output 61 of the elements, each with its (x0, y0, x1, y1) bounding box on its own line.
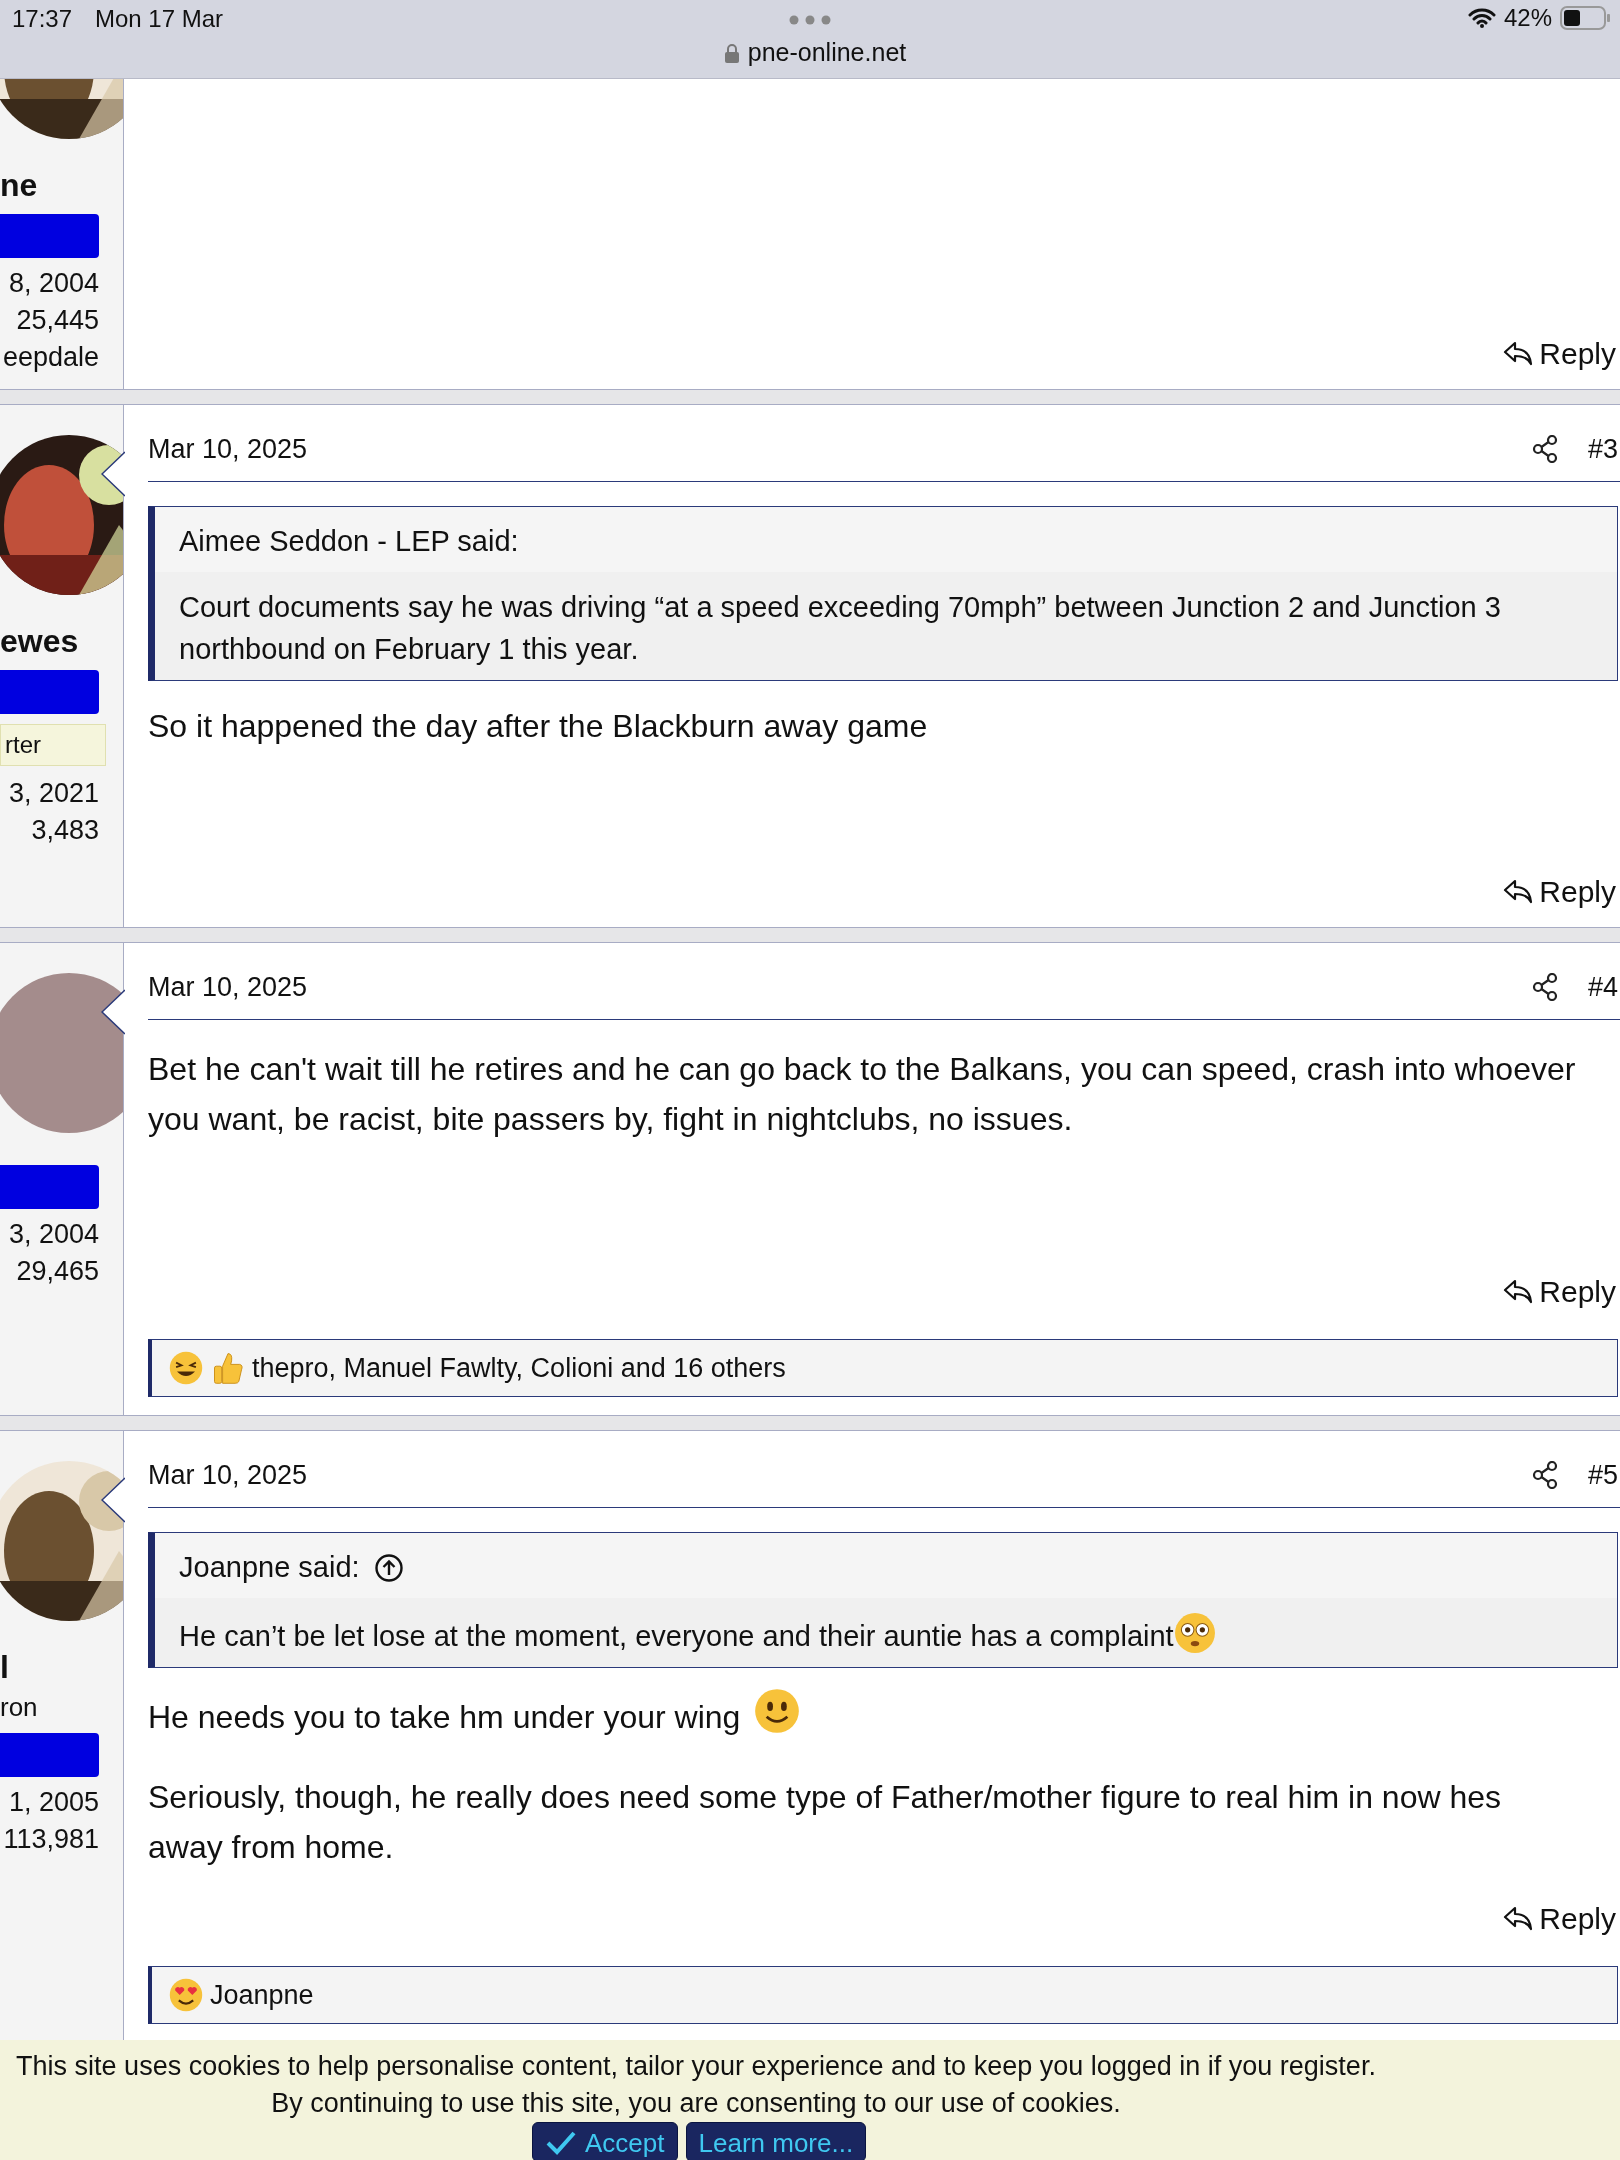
learn-more-button[interactable]: Learn more... (685, 2122, 867, 2160)
quote-text: He can’t be let lose at the moment, everyone and their auntie has a complaint (179, 1620, 1174, 1652)
reply-icon (1503, 341, 1534, 367)
cookie-notice-text: This site uses cookies to help personalise content, tailor your experience and to keep you logged in if you register. (16, 2050, 1376, 2083)
reply-icon (1503, 879, 1534, 905)
reply-icon (1503, 1279, 1534, 1305)
reply-button[interactable]: Reply (1499, 1275, 1620, 1309)
quote-author[interactable]: Aimee Seddon - LEP said: (179, 525, 519, 558)
user-badge: rter (0, 724, 106, 766)
joined-date: 3, 2021 (8, 778, 99, 809)
reply-icon (1503, 1906, 1534, 1932)
post-text: So it happened the day after the Blackburn away game (148, 708, 928, 744)
reply-button[interactable]: Reply (1499, 337, 1620, 371)
url-text[interactable]: pne-online.net (747, 38, 907, 67)
heart-eyes-emoji-icon (168, 1977, 204, 2013)
post-number[interactable]: #4 (1587, 971, 1618, 1003)
post-date[interactable]: Mar 10, 2025 (148, 1459, 308, 1491)
status-date: Mon 17 Mar (95, 5, 224, 33)
post-text: Seriously, though, he really does need some type of Father/mother figure to real him in now hes away from home. (148, 1779, 1502, 1865)
avatar[interactable] (0, 973, 123, 1133)
post-date[interactable]: Mar 10, 2025 (148, 433, 308, 465)
battery-percent: 42% (1503, 4, 1552, 32)
post-text: He needs you to take hm under your wing (148, 1699, 741, 1735)
message-count: 3,483 (31, 815, 99, 846)
username[interactable]: ne (0, 167, 38, 204)
share-icon[interactable] (1531, 973, 1558, 1001)
accept-button[interactable]: Accept (532, 2122, 678, 2160)
user-location: eepdale (2, 342, 99, 373)
reply-button[interactable]: Reply (1499, 875, 1620, 909)
cookie-notice-text: By continuing to use this site, you are consenting to our use of cookies. (271, 2087, 1121, 2120)
username[interactable]: l (0, 1649, 9, 1686)
message-count: 25,445 (16, 305, 99, 336)
reactions-bar[interactable]: thepro, Manuel Fawlty, Colioni and 16 others (148, 1339, 1618, 1397)
reactions-bar[interactable]: Joanpne (148, 1966, 1618, 2024)
share-icon[interactable] (1531, 1461, 1558, 1489)
joined-date: 8, 2004 (8, 268, 99, 299)
quote-text: Court documents say he was driving “at a speed exceeding 70mph” between Junction 2 and Junction 3 northbound on February 1 this year. (179, 591, 1501, 665)
post-number[interactable]: #3 (1587, 433, 1618, 465)
lock-icon (723, 42, 740, 63)
message-count: 29,465 (16, 1256, 99, 1287)
user-title: ron (0, 1692, 38, 1723)
wifi-icon (1467, 8, 1496, 28)
joined-date: 3, 2004 (8, 1219, 99, 1250)
laughing-emoji-icon (168, 1350, 204, 1386)
post-date[interactable]: Mar 10, 2025 (148, 971, 308, 1003)
joined-date: 1, 2005 (8, 1787, 99, 1818)
quote-author[interactable]: Joanpne said: (179, 1551, 360, 1584)
flushed-emoji-icon (1173, 1612, 1216, 1654)
battery-icon (1560, 6, 1612, 30)
reaction-names[interactable]: thepro, Manuel Fawlty, Colioni and 16 others (252, 1352, 786, 1384)
post-number[interactable]: #5 (1587, 1459, 1618, 1491)
reply-button[interactable]: Reply (1499, 1902, 1620, 1936)
check-icon (545, 2130, 577, 2156)
share-icon[interactable] (1531, 435, 1558, 463)
smiley-emoji-icon (754, 1688, 801, 1734)
username[interactable]: ewes (0, 623, 79, 660)
clock-time: 17:37 (12, 5, 73, 33)
more-dots-icon[interactable] (789, 15, 831, 25)
post-text: Bet he can't wait till he retires and he can go back to the Balkans, you can speed, crash into whoever you want, be racist, bite passers by, fight in nightclubs, no issues. (148, 1051, 1576, 1137)
message-count: 113,981 (3, 1824, 99, 1855)
reaction-names[interactable]: Joanpne (210, 1979, 314, 2011)
